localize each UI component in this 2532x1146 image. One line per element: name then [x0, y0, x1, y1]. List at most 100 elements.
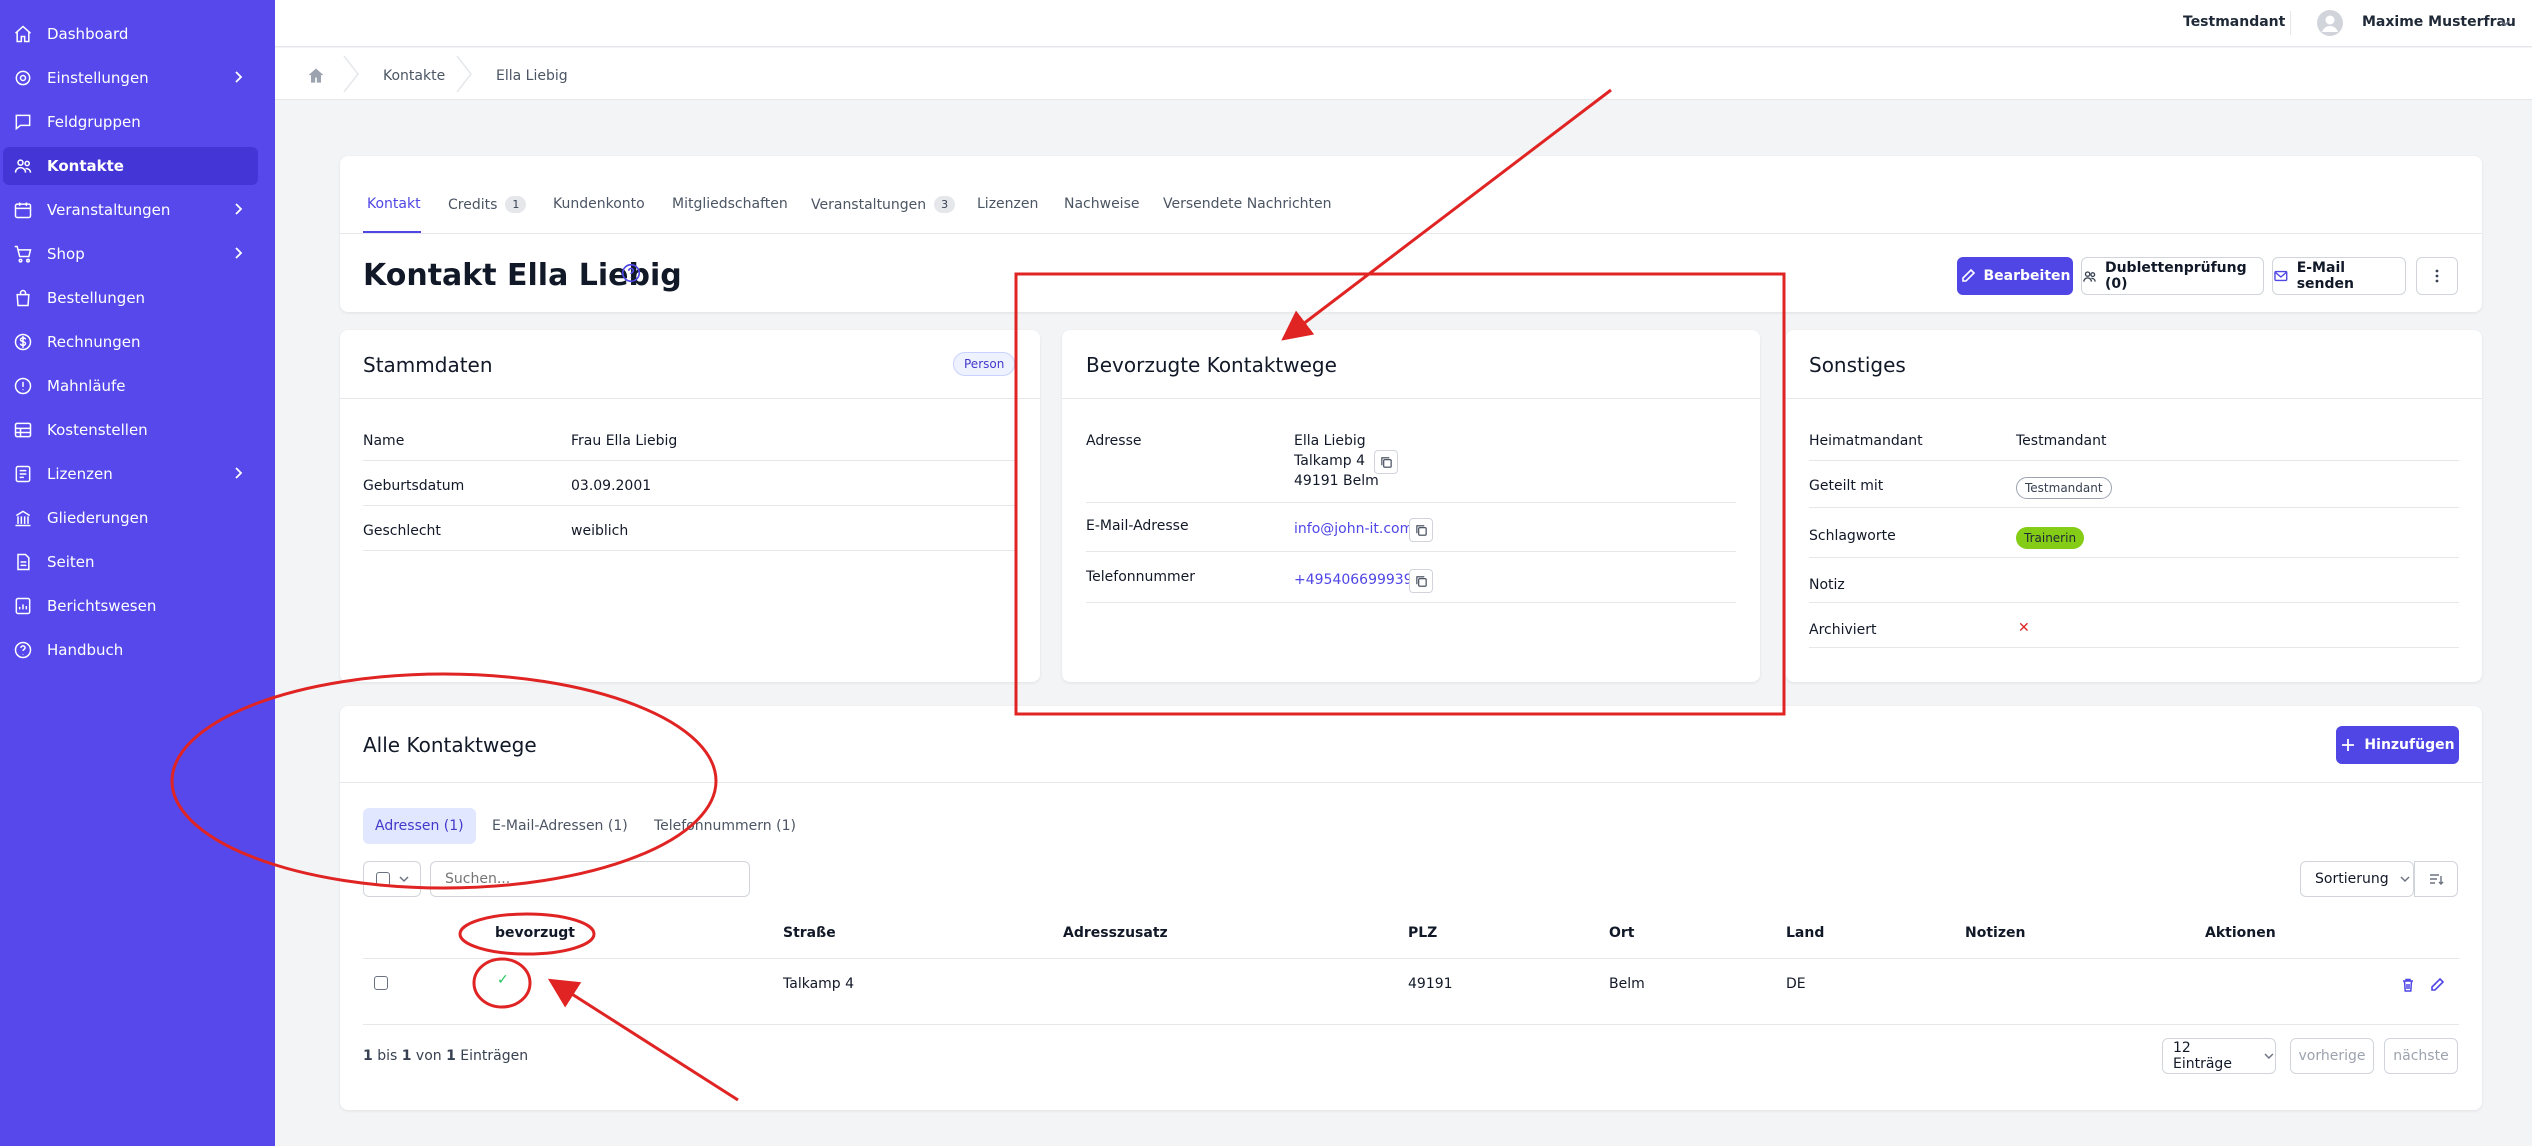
- tab-nachweise[interactable]: Nachweise: [1064, 196, 1139, 212]
- field-label: Archiviert: [1809, 622, 1877, 638]
- send-email-button[interactable]: E-Mail senden: [2272, 257, 2406, 295]
- more-options-button[interactable]: [2416, 257, 2458, 295]
- sidebar-item-mahnlaeufe[interactable]: Mahnläufe: [3, 367, 258, 405]
- column-header-preferred[interactable]: bevorzugt: [495, 925, 575, 941]
- sidebar-item-bestellungen[interactable]: Bestellungen: [3, 279, 258, 317]
- chevron-down-icon: [2264, 1053, 2274, 1060]
- sidebar-item-kontakte[interactable]: Kontakte: [3, 147, 258, 185]
- tab-credits[interactable]: Credits 1: [448, 196, 527, 213]
- chevron-down-icon[interactable]: [2498, 16, 2512, 30]
- document-icon: [15, 465, 31, 483]
- row-divider: [1809, 647, 2459, 648]
- sidebar-item-label: Lizenzen: [47, 465, 113, 483]
- sidebar-item-einstellungen[interactable]: Einstellungen: [3, 59, 258, 97]
- tenant-name[interactable]: Testmandant: [2183, 14, 2285, 30]
- select-all-checkbox[interactable]: [376, 872, 390, 886]
- tab-kundenkonto[interactable]: Kundenkonto: [553, 196, 645, 212]
- cell-street: Talkamp 4: [783, 976, 855, 992]
- send-email-label: E-Mail senden: [2296, 260, 2354, 292]
- sidebar-item-label: Einstellungen: [47, 69, 149, 87]
- column-header-notes[interactable]: Notizen: [1965, 925, 2025, 941]
- subtab-addresses[interactable]: Adressen (1): [363, 808, 476, 844]
- tab-mitgliedschaften[interactable]: Mitgliedschaften: [672, 196, 788, 212]
- sidebar-item-lizenzen[interactable]: Lizenzen: [3, 455, 258, 493]
- breadcrumb-item-kontakte[interactable]: Kontakte: [383, 68, 445, 84]
- summary-text: von: [411, 1048, 447, 1064]
- tab-versendete-nachrichten[interactable]: Versendete Nachrichten: [1163, 196, 1332, 212]
- sidebar-item-gliederungen[interactable]: Gliederungen: [3, 499, 258, 537]
- column-header-city[interactable]: Ort: [1609, 925, 1635, 941]
- sidebar-item-label: Shop: [47, 245, 85, 263]
- help-icon[interactable]: [620, 262, 642, 284]
- row-checkbox[interactable]: [374, 976, 388, 990]
- mail-icon: [2274, 270, 2288, 282]
- sidebar-item-seiten[interactable]: Seiten: [3, 543, 258, 581]
- copy-phone-button[interactable]: [1409, 569, 1433, 593]
- field-value: weiblich: [571, 523, 629, 539]
- sidebar-item-label: Berichtswesen: [47, 597, 157, 615]
- tab-badge: 1: [505, 196, 527, 213]
- home-icon[interactable]: [306, 66, 326, 86]
- tab-kontakt[interactable]: Kontakt: [367, 196, 421, 212]
- gear-icon: [15, 70, 31, 86]
- report-icon: [15, 597, 31, 615]
- field-value: Frau Ella Liebig: [571, 433, 678, 449]
- cell-zip: 49191: [1408, 976, 1453, 992]
- user-name[interactable]: Maxime Musterfrau: [2362, 14, 2516, 30]
- email-link[interactable]: info@john-it.com: [1294, 519, 1413, 539]
- field-label: Adresse: [1086, 433, 1142, 449]
- add-button-label: Hinzufügen: [2364, 737, 2455, 753]
- sidebar-item-kostenstellen[interactable]: Kostenstellen: [3, 411, 258, 449]
- sort-dropdown[interactable]: Sortierung: [2300, 861, 2414, 897]
- row-divider: [363, 505, 1017, 506]
- sidebar-item-rechnungen[interactable]: Rechnungen: [3, 323, 258, 361]
- tab-badge: 3: [934, 196, 956, 213]
- avatar[interactable]: [2317, 10, 2343, 36]
- sort-label: Sortierung: [2315, 871, 2389, 887]
- sort-direction-button[interactable]: [2414, 861, 2458, 897]
- search-input[interactable]: [430, 861, 750, 897]
- pencil-icon[interactable]: [2429, 977, 2445, 993]
- sidebar-item-label: Dashboard: [47, 25, 129, 43]
- address-line: 49191 Belm: [1294, 473, 1379, 489]
- misc-card: [1786, 330, 2482, 682]
- column-header-zip[interactable]: PLZ: [1408, 925, 1437, 941]
- field-label: Geburtsdatum: [363, 478, 465, 494]
- tag-badge: Trainerin: [2016, 527, 2085, 549]
- phone-link[interactable]: +4954066999390: [1294, 570, 1422, 590]
- column-header-addition[interactable]: Adresszusatz: [1063, 925, 1168, 941]
- users-icon: [14, 159, 32, 173]
- tab-veranstaltungen[interactable]: Veranstaltungen 3: [811, 196, 956, 213]
- sidebar-item-veranstaltungen[interactable]: Veranstaltungen: [3, 191, 258, 229]
- column-header-country[interactable]: Land: [1786, 925, 1824, 941]
- copy-address-button[interactable]: [1374, 450, 1398, 474]
- edit-button[interactable]: Bearbeiten: [1957, 257, 2073, 295]
- shared-with-badge: Testmandant: [2016, 477, 2112, 499]
- trash-icon[interactable]: [2400, 977, 2416, 993]
- previous-page-button[interactable]: vorherige: [2290, 1038, 2374, 1074]
- duplicate-check-button[interactable]: Dublettenprüfung (0): [2081, 257, 2264, 295]
- chevron-right-icon: [235, 467, 243, 479]
- page-size-label: 12 Einträge: [2173, 1040, 2232, 1072]
- sidebar-item-dashboard[interactable]: Dashboard: [3, 15, 258, 53]
- sidebar-item-feldgruppen[interactable]: Feldgruppen: [3, 103, 258, 141]
- alert-icon: [14, 377, 32, 395]
- copy-email-button[interactable]: [1409, 518, 1433, 542]
- tab-lizenzen[interactable]: Lizenzen: [977, 196, 1038, 212]
- subtab-emails[interactable]: E-Mail-Adressen (1): [480, 808, 640, 844]
- sidebar-item-berichtswesen[interactable]: Berichtswesen: [3, 587, 258, 625]
- next-page-button[interactable]: nächste: [2384, 1038, 2458, 1074]
- breadcrumb-item-current[interactable]: Ella Liebig: [496, 68, 568, 84]
- subtab-phones[interactable]: Telefonnummern (1): [642, 808, 808, 844]
- page-icon: [17, 553, 30, 571]
- sidebar-item-handbuch[interactable]: Handbuch: [3, 631, 258, 669]
- row-divider: [1086, 602, 1736, 603]
- bulk-select-dropdown[interactable]: [363, 861, 421, 897]
- sidebar-item-shop[interactable]: Shop: [3, 235, 258, 273]
- add-button[interactable]: Hinzufügen: [2336, 726, 2459, 764]
- chevron-right-icon: [235, 71, 243, 83]
- section-title: Bevorzugte Kontaktwege: [1086, 353, 1337, 377]
- column-header-street[interactable]: Straße: [783, 925, 836, 941]
- divider: [340, 398, 1040, 399]
- page-size-dropdown[interactable]: 12 Einträge: [2162, 1038, 2276, 1074]
